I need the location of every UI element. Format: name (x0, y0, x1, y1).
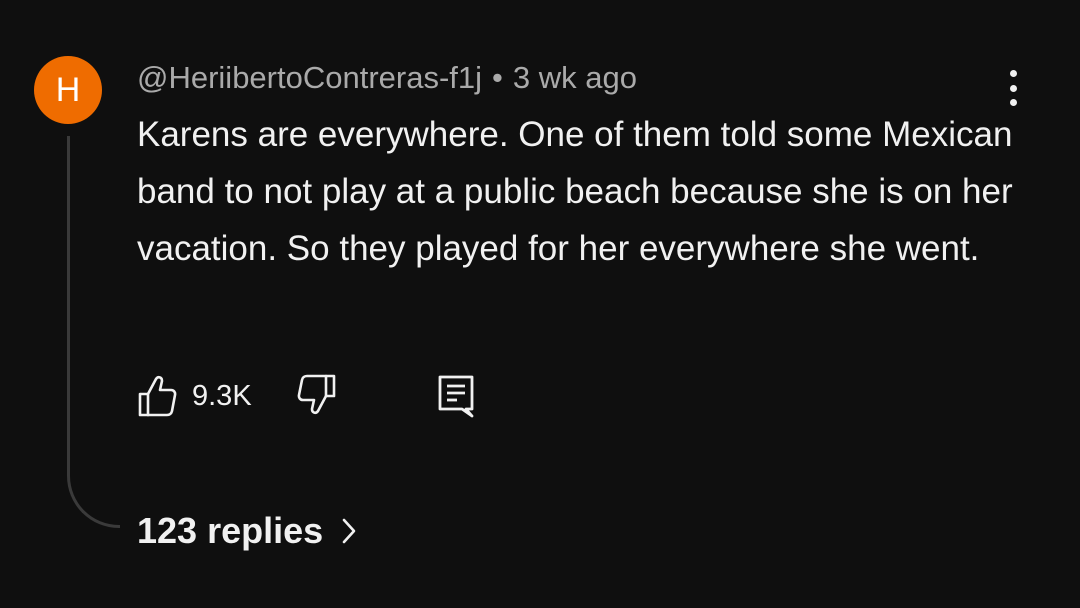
more-vertical-icon-dot (1009, 84, 1017, 92)
comment-text: Karens are everywhere. One of them told … (137, 115, 1013, 268)
comment-icon (438, 375, 474, 418)
view-replies-button[interactable]: 123 replies (137, 508, 357, 554)
like-button[interactable] (137, 372, 177, 420)
chevron-right-icon (341, 517, 357, 545)
thumbs-down-icon (297, 374, 336, 415)
avatar-letter: H (55, 70, 81, 109)
reply-button[interactable] (435, 372, 477, 423)
dislike-button[interactable] (293, 372, 339, 421)
more-options-button[interactable] (996, 66, 1030, 110)
comment-time: 3 wk ago (512, 60, 637, 95)
meta-separator: • (492, 60, 503, 95)
author-handle[interactable]: @HeriibertoContreras-f1j (137, 60, 482, 95)
replies-label: 123 replies (137, 510, 324, 551)
comment-thread: H @HeriibertoContreras-f1j • 3 wk ago Kare… (0, 0, 1080, 608)
thumbs-up-icon (138, 375, 177, 417)
avatar[interactable]: H (34, 56, 102, 124)
thread-connector-line (67, 136, 120, 528)
more-vertical-icon (1009, 70, 1017, 77)
comment-meta: @HeriibertoContreras-f1j • 3 wk ago (137, 58, 637, 98)
like-count: 9.3K (192, 380, 252, 412)
more-vertical-icon-dot (1009, 99, 1017, 106)
